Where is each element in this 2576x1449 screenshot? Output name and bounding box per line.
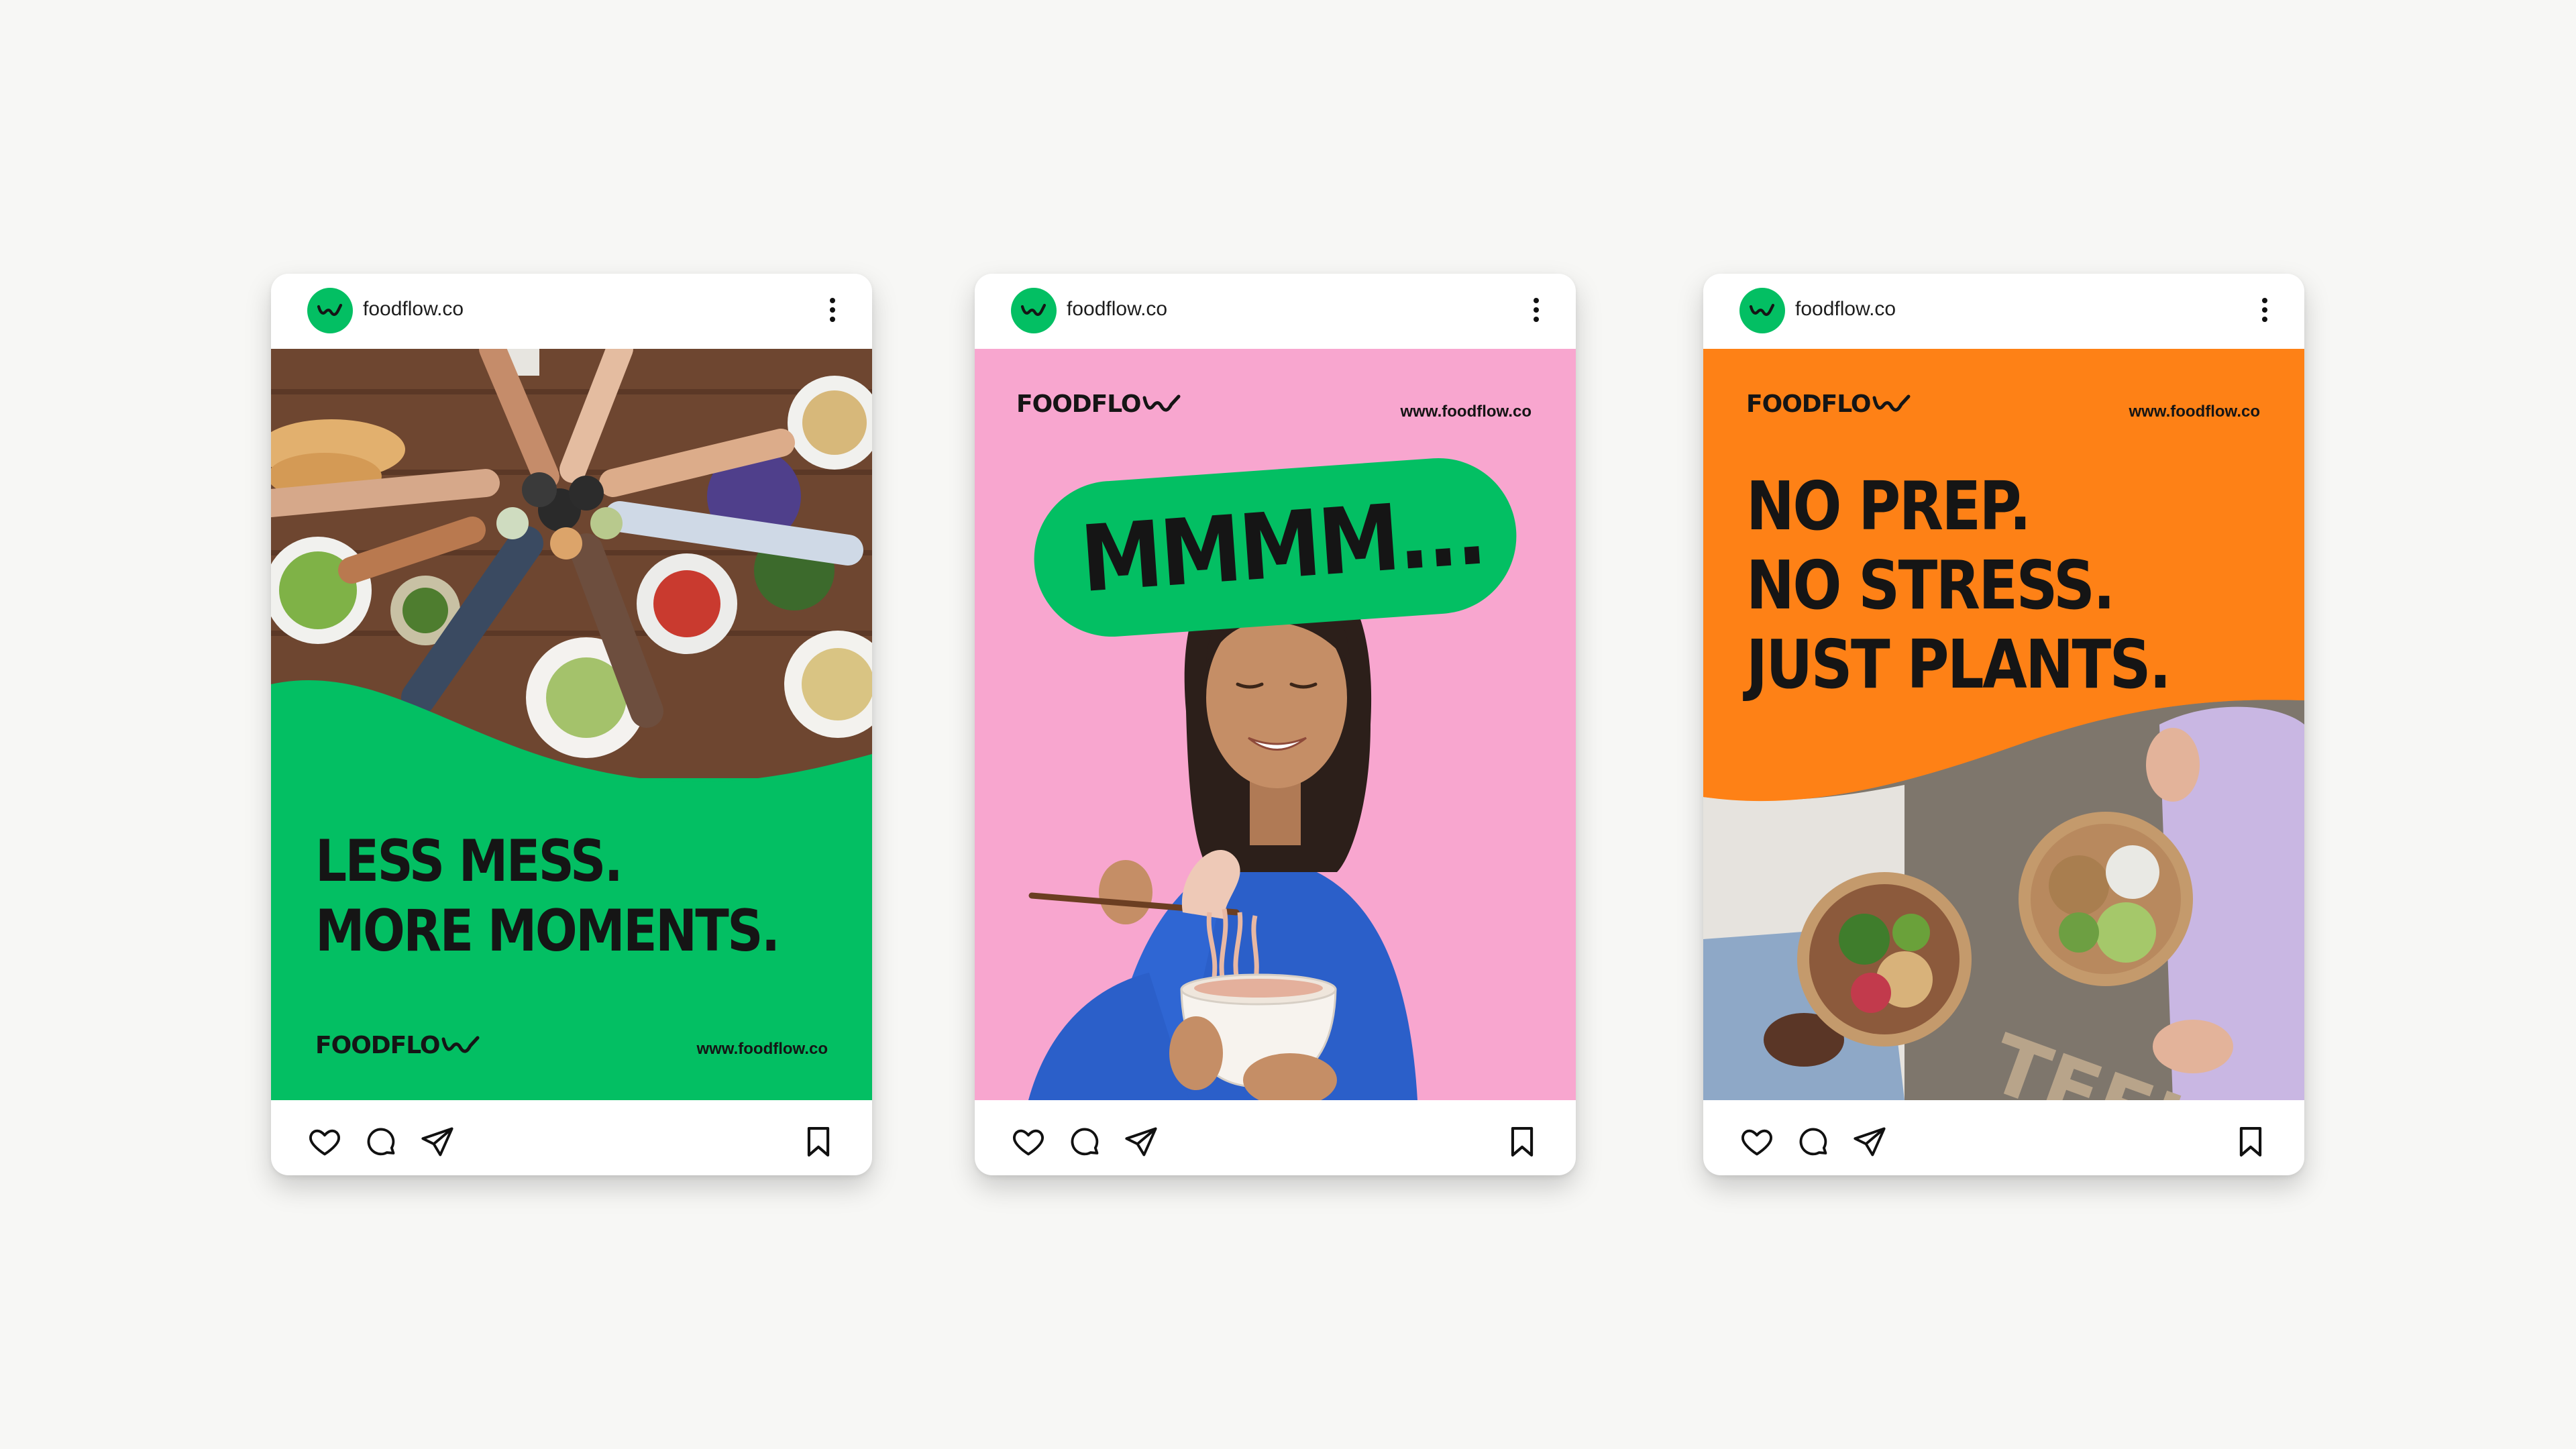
post-actions — [975, 1100, 1576, 1175]
avatar[interactable] — [307, 288, 353, 333]
bookmark-icon[interactable] — [2233, 1124, 2268, 1159]
logo-wave-icon — [1872, 394, 1911, 412]
account-handle[interactable]: foodflow.co — [1067, 298, 1167, 321]
social-post-card: foodflow.co LESS MESS. MORE MOMENTS. FOO… — [271, 274, 872, 1175]
avatar[interactable] — [1739, 288, 1785, 333]
heart-icon[interactable] — [1011, 1124, 1046, 1159]
avatar[interactable] — [1011, 288, 1057, 333]
more-options-icon[interactable] — [1532, 298, 1541, 329]
send-icon[interactable] — [1852, 1124, 1887, 1159]
post-header: foodflow.co — [1703, 274, 2304, 349]
foodflow-logo: FOODFLO — [1746, 390, 1911, 418]
comment-icon[interactable] — [1796, 1124, 1831, 1159]
bookmark-icon[interactable] — [1505, 1124, 1540, 1159]
website-url: www.foodflow.co — [2129, 402, 2260, 421]
website-url: www.foodflow.co — [696, 1040, 828, 1058]
post-image: FOODFLO www.foodflow.co MMMM... — [975, 349, 1576, 1100]
comment-icon[interactable] — [1067, 1124, 1102, 1159]
send-icon[interactable] — [1124, 1124, 1159, 1159]
headline-line: LESS MESS. — [315, 828, 623, 895]
post-image: TEEL FOODFLO www.foodflow.co NO PREP. NO… — [1703, 349, 2304, 1100]
foodflow-logo: FOODFLO — [315, 1032, 480, 1059]
green-wave-shape — [271, 680, 872, 1100]
post-actions — [271, 1100, 872, 1175]
headline-line: NO STRESS. — [1746, 546, 2115, 625]
more-options-icon[interactable] — [828, 298, 837, 329]
heart-icon[interactable] — [1739, 1124, 1774, 1159]
bubble-text: MMMM... — [1077, 479, 1488, 614]
post-actions — [1703, 1100, 2304, 1175]
foodflow-wave-icon — [1020, 303, 1046, 316]
logo-wordmark: FOODFLO — [315, 1032, 441, 1059]
social-post-card: foodflow.co TEEL FOODFLO www.foodflow.co… — [1703, 274, 2304, 1175]
headline-line: MORE MOMENTS. — [315, 898, 780, 965]
foodflow-wave-icon — [317, 303, 343, 316]
logo-wordmark: FOODFLO — [1746, 390, 1872, 418]
post-header: foodflow.co — [975, 274, 1576, 349]
headline: NO PREP. NO STRESS. JUST PLANTS. — [1746, 467, 2171, 704]
bookmark-icon[interactable] — [801, 1124, 836, 1159]
orange-wave-shape — [1703, 349, 2304, 802]
account-handle[interactable]: foodflow.co — [363, 298, 464, 321]
foodflow-wave-icon — [1749, 303, 1775, 316]
social-post-card: foodflow.co FOODFLO www.foodflow.co MMMM… — [975, 274, 1576, 1175]
heart-icon[interactable] — [307, 1124, 342, 1159]
woman-eating-noodles-photo — [1028, 550, 1417, 1100]
send-icon[interactable] — [420, 1124, 455, 1159]
more-options-icon[interactable] — [2260, 298, 2269, 329]
account-handle[interactable]: foodflow.co — [1795, 298, 1896, 321]
comment-icon[interactable] — [364, 1124, 398, 1159]
logo-wave-icon — [441, 1036, 480, 1053]
headline-line: NO PREP. — [1746, 467, 2031, 545]
post-header: foodflow.co — [271, 274, 872, 349]
post-image: LESS MESS. MORE MOMENTS. FOODFLO www.foo… — [271, 349, 872, 1100]
headline: LESS MESS. MORE MOMENTS. — [315, 826, 780, 966]
headline-line: JUST PLANTS. — [1746, 625, 2171, 704]
